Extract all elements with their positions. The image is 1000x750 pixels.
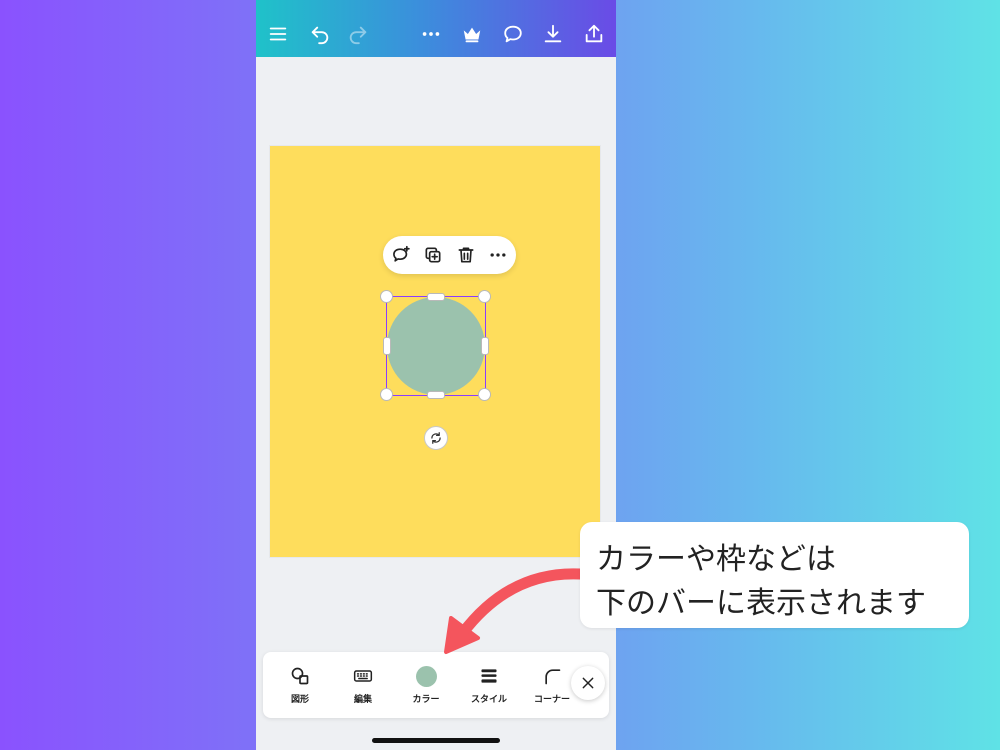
share-icon[interactable] (582, 22, 606, 46)
annotation-callout: カラーや枠などは 下のバーに表示されます (580, 522, 969, 628)
tool-label: 図形 (290, 695, 309, 705)
more-icon[interactable] (486, 243, 510, 267)
comment-icon[interactable] (501, 22, 525, 46)
undo-icon[interactable] (308, 22, 332, 46)
circle-shape[interactable] (387, 297, 485, 395)
more-icon[interactable] (419, 22, 443, 46)
resize-handle-top[interactable] (427, 293, 445, 301)
tool-label: カラー (412, 695, 440, 705)
tool-color[interactable]: カラー (395, 652, 457, 718)
tool-shape[interactable]: 図形 (269, 652, 331, 718)
callout-line-1: カラーや枠などは (596, 542, 836, 577)
tool-label: 編集 (353, 695, 372, 705)
editor-top-bar (256, 0, 616, 57)
shapes-icon (269, 664, 331, 688)
redo-icon[interactable] (346, 22, 370, 46)
close-toolbar-button[interactable] (571, 666, 605, 700)
rotate-icon[interactable] (424, 426, 448, 450)
resize-handle-top-left[interactable] (380, 290, 393, 303)
design-page[interactable] (270, 146, 600, 557)
border-style-icon (458, 664, 520, 688)
tool-style[interactable]: スタイル (458, 652, 520, 718)
tool-label: コーナー (533, 695, 570, 705)
resize-handle-bottom-right[interactable] (478, 388, 491, 401)
download-icon[interactable] (541, 22, 565, 46)
trash-icon[interactable] (454, 243, 478, 267)
duplicate-icon[interactable] (421, 243, 445, 267)
tool-edit[interactable]: 編集 (332, 652, 394, 718)
comment-add-icon[interactable] (389, 243, 413, 267)
resize-handle-right[interactable] (481, 337, 489, 355)
crown-icon[interactable] (460, 22, 484, 46)
color-swatch-icon (395, 664, 457, 688)
menu-icon[interactable] (266, 22, 290, 46)
keyboard-icon (332, 664, 394, 688)
resize-handle-bottom-left[interactable] (380, 388, 393, 401)
element-context-menu (383, 236, 516, 274)
tool-label: スタイル (470, 695, 507, 705)
close-icon (582, 677, 594, 689)
pointer-arrow (444, 568, 586, 654)
resize-handle-top-right[interactable] (478, 290, 491, 303)
selected-circle-element[interactable] (380, 290, 491, 401)
element-bottom-toolbar: 図形 編集 カラー スタイル コーナー (263, 652, 609, 718)
home-indicator (372, 738, 500, 743)
callout-line-2: 下のバーに表示されます (596, 586, 926, 621)
resize-handle-left[interactable] (383, 337, 391, 355)
resize-handle-bottom[interactable] (427, 391, 445, 399)
